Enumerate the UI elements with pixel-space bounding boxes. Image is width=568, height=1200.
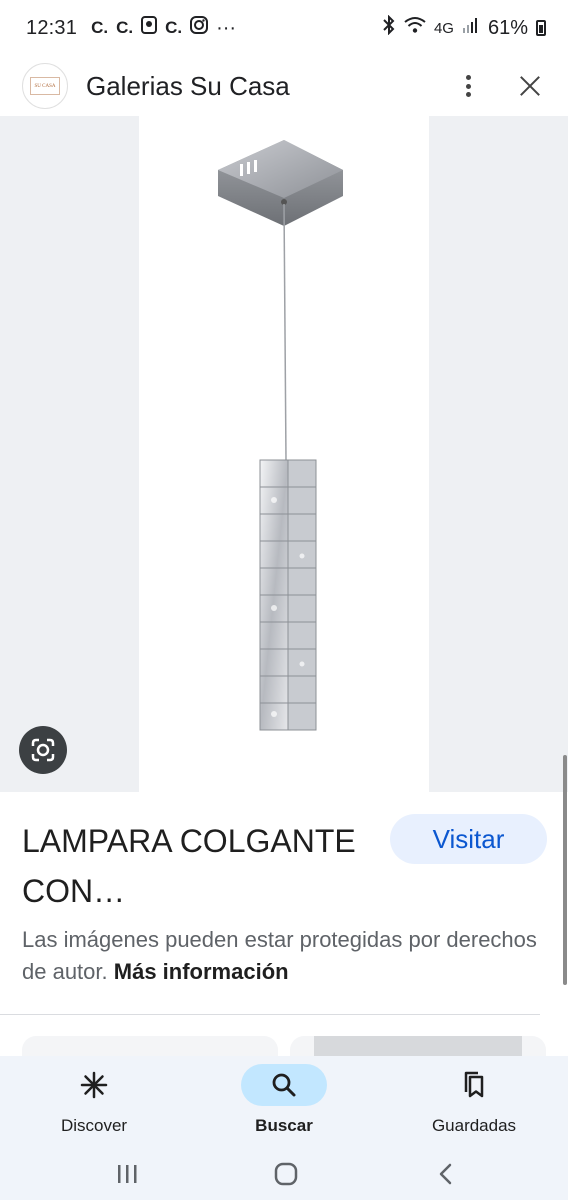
battery-icon [536,20,546,36]
battery-level: 61% [487,16,528,39]
more-notifications-icon: ··· [216,16,237,39]
search-icon [241,1064,327,1106]
lens-icon [31,738,55,762]
notification-c-icon: C. [116,18,134,37]
status-right: 4G 61% [382,14,546,41]
nav-guardadas[interactable]: Guardadas [384,1056,564,1144]
visit-button[interactable]: Visitar [390,814,547,864]
product-title: LAMPARA COLGANTE CON… [22,823,356,909]
asterisk-icon [51,1064,137,1106]
scrollbar[interactable] [563,755,567,985]
pendant-lamp-image [218,140,343,731]
back-icon[interactable] [426,1154,466,1194]
nav-discover-label: Discover [60,1116,128,1135]
page-header: SU CASA Galerias Su Casa [0,56,568,116]
copyright-notice: Las imágenes pueden estar protegidas por… [22,924,542,988]
notification-c-icon: C. [91,18,109,37]
network-type: 4G [433,19,454,37]
product-image[interactable] [139,116,429,792]
site-name: Galerias Su Casa [86,70,290,101]
close-icon[interactable] [514,70,546,102]
more-info-link[interactable]: Más información [114,959,289,984]
site-favicon: SU CASA [22,63,68,109]
home-icon[interactable] [266,1154,306,1194]
wifi-icon [404,16,426,40]
nav-guardadas-label: Guardadas [431,1116,517,1135]
status-time: 12:31 [26,16,78,39]
bottom-navigation: Discover Buscar Guardadas [0,1056,568,1144]
system-navigation [0,1144,568,1200]
more-options-icon[interactable] [456,71,480,101]
nav-discover[interactable]: Discover [4,1056,184,1144]
notification-app-icon [141,16,158,40]
nav-buscar-label: Buscar [255,1116,313,1135]
product-image-area [0,116,568,792]
instagram-icon [190,16,209,40]
signal-icon [462,16,480,40]
notification-c-icon: C. [165,18,183,37]
divider [0,1014,540,1015]
google-lens-button[interactable] [19,726,67,774]
bluetooth-icon [382,14,396,41]
bookmarks-icon [431,1064,517,1106]
status-left: 12:31 C. C. C. ··· [26,16,236,40]
status-bar: 12:31 C. C. C. ··· 4G 61% [0,0,568,56]
nav-buscar[interactable]: Buscar [194,1056,374,1144]
site-logo-icon: SU CASA [30,77,60,95]
header-actions [456,70,546,102]
recent-apps-icon[interactable] [107,1154,147,1194]
